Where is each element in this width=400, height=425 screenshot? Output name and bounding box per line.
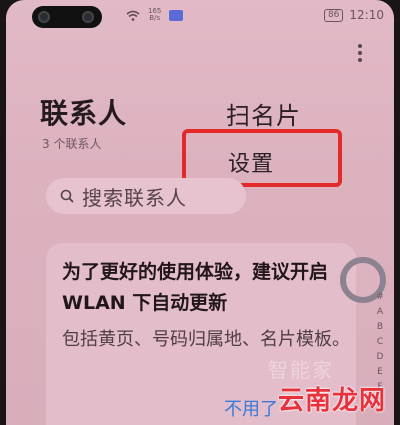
network-speed: 165 B/s — [148, 8, 161, 22]
index-letter[interactable]: C — [377, 335, 383, 350]
index-letter[interactable]: D — [377, 350, 384, 365]
notification-app-icon — [169, 9, 184, 21]
front-camera-icon — [82, 11, 94, 23]
card-description: 包括黄页、号码归属地、名片模板。 — [62, 329, 350, 350]
battery-icon: 86 — [323, 8, 344, 22]
wifi-icon — [126, 10, 140, 21]
search-placeholder: 搜索联系人 — [82, 185, 187, 210]
menu-item-scan-card[interactable]: 扫名片 — [226, 96, 301, 131]
status-icons: 165 B/s — [126, 8, 184, 22]
index-letter[interactable]: B — [377, 320, 383, 335]
card-message: 为了更好的使用体验，建议开启 WLAN 下自动更新 — [62, 261, 329, 314]
watermark-faint: 智能家 — [268, 358, 334, 382]
search-icon — [60, 189, 74, 203]
index-letter[interactable]: A — [377, 305, 383, 320]
index-letter[interactable]: # — [376, 290, 384, 305]
status-right: 86 12:10 — [323, 8, 384, 22]
index-letter[interactable]: E — [377, 365, 383, 380]
contact-count: 3 个联系人 — [42, 137, 102, 151]
more-options-icon[interactable] — [358, 44, 362, 62]
search-input[interactable]: 搜索联系人 — [46, 178, 246, 214]
network-speed-unit: B/s — [149, 14, 161, 22]
front-camera-icon — [38, 11, 50, 23]
clock: 12:10 — [349, 8, 384, 22]
camera-cutout — [32, 6, 102, 28]
watermark-logo: 云南龙网 — [277, 386, 386, 416]
phone-screen: 165 B/s 86 12:10 联系人 3 个联系人 扫名片 设置 搜索联系人… — [6, 0, 394, 425]
page-title: 联系人 — [40, 97, 128, 130]
decline-button[interactable]: 不用了 — [224, 395, 278, 421]
